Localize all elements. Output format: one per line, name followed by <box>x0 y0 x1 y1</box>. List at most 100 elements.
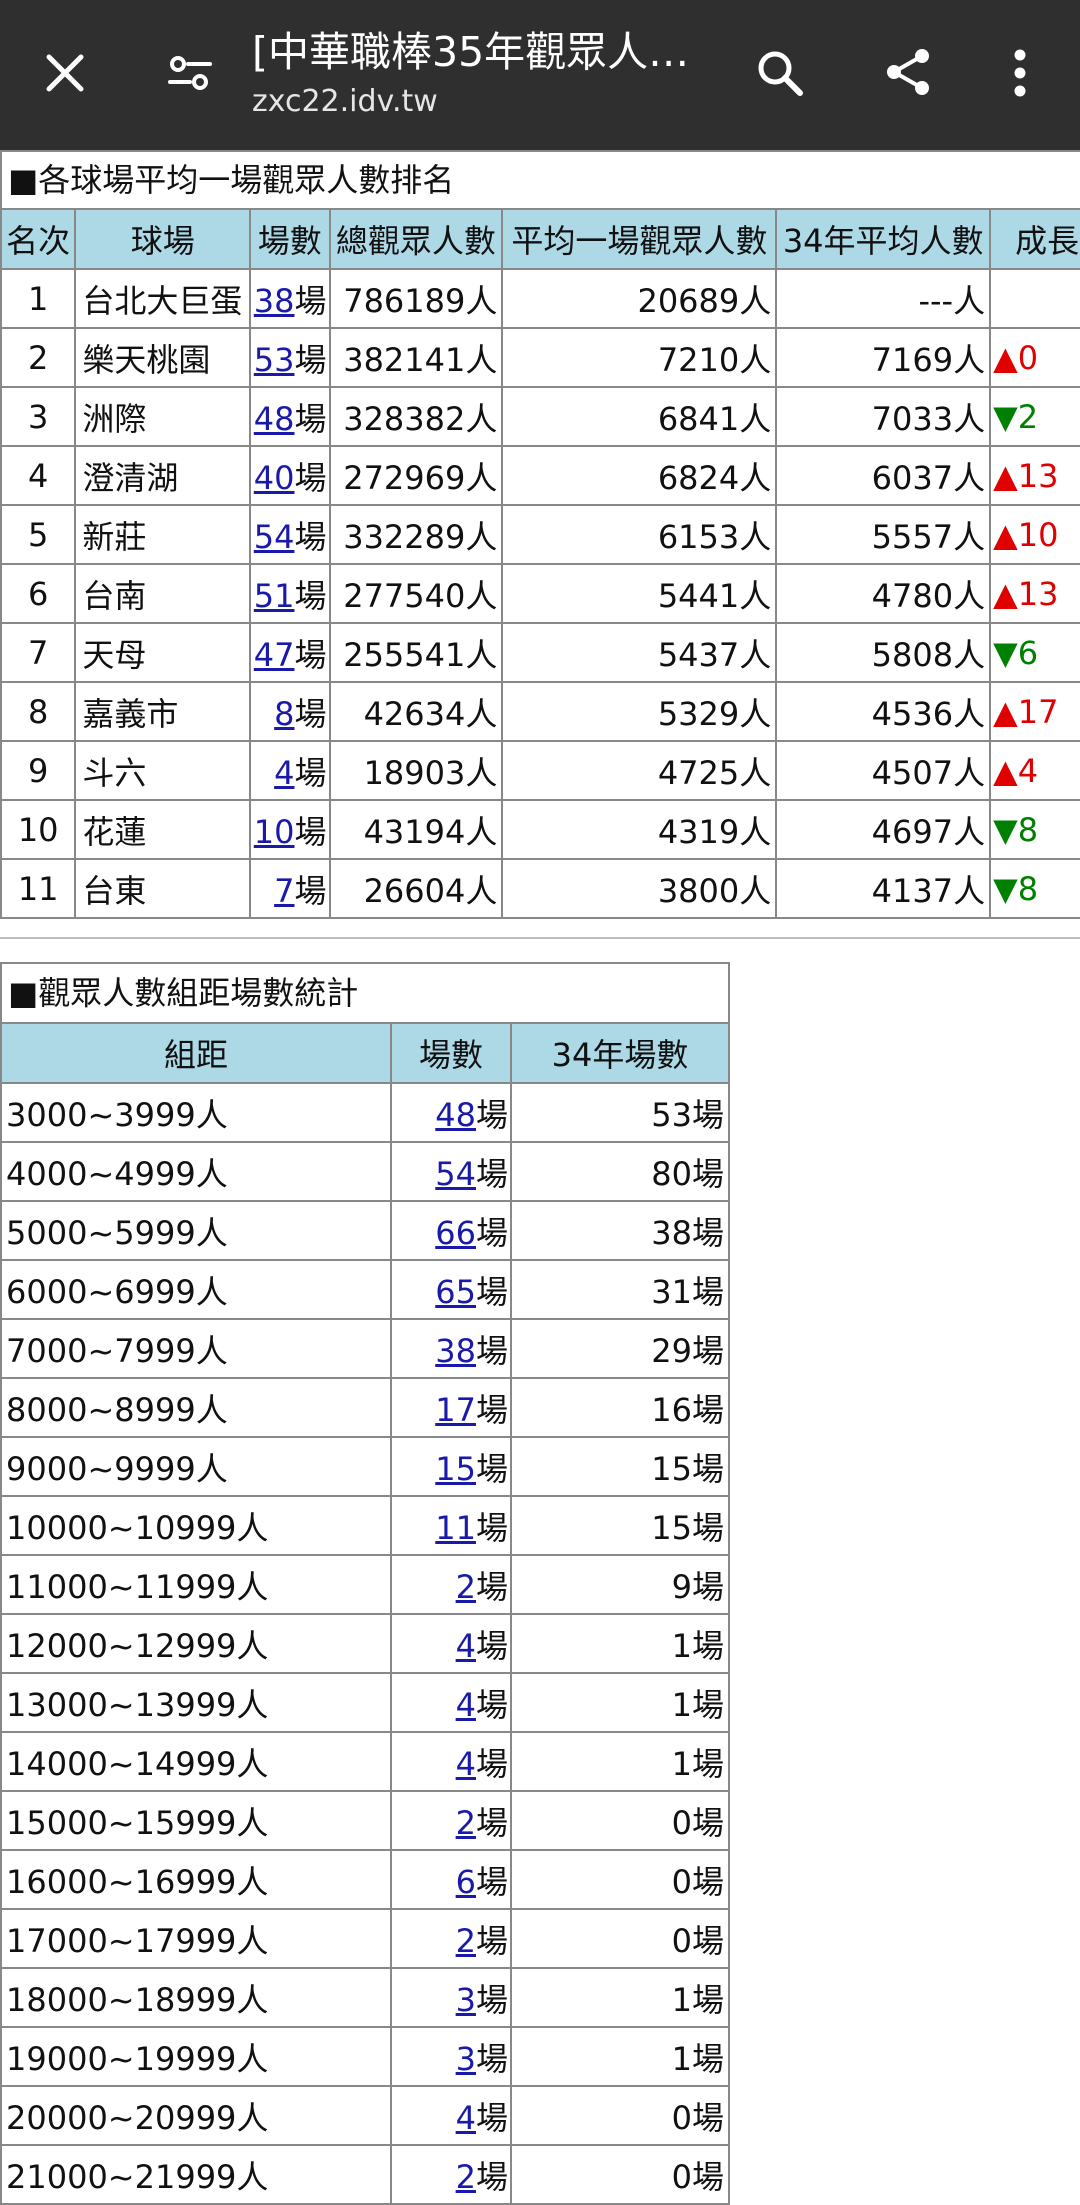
search-icon[interactable] <box>745 38 815 108</box>
range-cell: 9000~9999人 <box>0 1436 392 1497</box>
rank-cell: 4 <box>0 445 77 506</box>
games-link[interactable]: 4 <box>456 2099 476 2137</box>
games-unit: 場 <box>475 1626 508 1665</box>
table-row: 13000~13999人 4場 1場 <box>0 1672 730 1733</box>
table-row: 16000~16999人 6場 0場 <box>0 1849 730 1910</box>
games-cell: 4場 <box>390 1672 512 1733</box>
range-cell: 10000~10999人 <box>0 1495 392 1556</box>
games-link[interactable]: 10 <box>254 813 295 851</box>
range-cell: 8000~8999人 <box>0 1377 392 1438</box>
games-link[interactable]: 17 <box>435 1391 476 1429</box>
games-unit: 場 <box>294 635 327 674</box>
range-cell: 14000~14999人 <box>0 1731 392 1792</box>
games-unit: 場 <box>475 2098 508 2137</box>
games-link[interactable]: 54 <box>254 518 295 556</box>
table-row: 9000~9999人 15場 15場 <box>0 1436 730 1497</box>
games-link[interactable]: 11 <box>435 1509 476 1547</box>
average-34-cell: 4507人 <box>775 740 992 801</box>
games-link[interactable]: 54 <box>435 1155 476 1193</box>
games-34-cell: 0場 <box>510 2144 730 2205</box>
games-link[interactable]: 66 <box>435 1214 476 1252</box>
games-link[interactable]: 3 <box>456 1981 476 2019</box>
average-cell: 5441人 <box>501 563 778 624</box>
share-icon[interactable] <box>872 36 944 108</box>
games-link[interactable]: 15 <box>435 1450 476 1488</box>
games-unit: 場 <box>475 1744 508 1783</box>
average-34-cell: 5557人 <box>775 504 992 565</box>
games-link[interactable]: 2 <box>456 1922 476 1960</box>
range-cell: 5000~5999人 <box>0 1200 392 1261</box>
games-cell: 6場 <box>390 1849 512 1910</box>
games-cell: 38場 <box>249 268 331 329</box>
games-link[interactable]: 7 <box>274 872 294 910</box>
more-vert-icon[interactable] <box>990 38 1050 108</box>
games-cell: 38場 <box>390 1318 512 1379</box>
games-link[interactable]: 6 <box>456 1863 476 1901</box>
games-34-cell: 0場 <box>510 1849 730 1910</box>
games-link[interactable]: 2 <box>456 1804 476 1842</box>
page-url: zxc22.idv.tw <box>252 84 438 119</box>
games-cell: 7場 <box>249 858 331 919</box>
games-link[interactable]: 48 <box>435 1096 476 1134</box>
games-cell: 4場 <box>390 2085 512 2146</box>
games-link[interactable]: 47 <box>254 636 295 674</box>
games-link[interactable]: 38 <box>254 282 295 320</box>
games-link[interactable]: 65 <box>435 1273 476 1311</box>
growth-cell: ▲4 <box>989 740 1080 801</box>
average-34-cell: 5808人 <box>775 622 992 683</box>
games-cell: 51場 <box>249 563 331 624</box>
rank-cell: 6 <box>0 563 77 624</box>
games-cell: 4場 <box>390 1731 512 1792</box>
table-row: 10 花蓮 10場 43194人 4319人 4697人 ▼8 <box>0 799 1080 860</box>
tune-icon[interactable] <box>155 38 225 108</box>
average-34-cell: 4137人 <box>775 858 992 919</box>
table-row: 18000~18999人 3場 1場 <box>0 1967 730 2028</box>
stadium-cell: 台北大巨蛋 <box>74 268 252 329</box>
games-unit: 場 <box>475 2157 508 2196</box>
total-cell: 43194人 <box>328 799 504 860</box>
games-link[interactable]: 2 <box>456 2158 476 2196</box>
games-cell: 54場 <box>249 504 331 565</box>
growth-cell: ▼8 <box>989 858 1080 919</box>
average-cell: 6824人 <box>501 445 778 506</box>
average-cell: 6153人 <box>501 504 778 565</box>
close-icon[interactable] <box>30 38 100 108</box>
table-row: 17000~17999人 2場 0場 <box>0 1908 730 1969</box>
games-link[interactable]: 8 <box>274 695 294 733</box>
games-cell: 3場 <box>390 2026 512 2087</box>
games-link[interactable]: 4 <box>456 1627 476 1665</box>
games-link[interactable]: 4 <box>274 754 294 792</box>
stadium-cell: 天母 <box>74 622 252 683</box>
range-cell: 20000~20999人 <box>0 2085 392 2146</box>
games-link[interactable]: 38 <box>435 1332 476 1370</box>
column-header: 場數 <box>390 1022 512 1084</box>
growth-cell: ▼2 <box>989 386 1080 447</box>
browser-toolbar: [中華職棒35年觀眾人數... zxc22.idv.tw <box>0 0 1080 150</box>
games-link[interactable]: 4 <box>456 1745 476 1783</box>
games-34-cell: 15場 <box>510 1495 730 1556</box>
table-row: 9 斗六 4場 18903人 4725人 4507人 ▲4 <box>0 740 1080 801</box>
games-link[interactable]: 53 <box>254 341 295 379</box>
table-row: 21000~21999人 2場 0場 <box>0 2144 730 2205</box>
total-cell: 786189人 <box>328 268 504 329</box>
games-link[interactable]: 4 <box>456 1686 476 1724</box>
games-34-cell: 53場 <box>510 1082 730 1143</box>
games-cell: 4場 <box>249 740 331 801</box>
page-title-block[interactable]: [中華職棒35年觀眾人數... zxc22.idv.tw <box>252 26 722 122</box>
games-link[interactable]: 2 <box>456 1568 476 1606</box>
games-unit: 場 <box>475 1508 508 1547</box>
stadium-cell: 新莊 <box>74 504 252 565</box>
games-link[interactable]: 40 <box>254 459 295 497</box>
games-link[interactable]: 51 <box>254 577 295 615</box>
games-link[interactable]: 3 <box>456 2040 476 2078</box>
range-cell: 19000~19999人 <box>0 2026 392 2087</box>
column-header: 球場 <box>74 208 252 270</box>
games-link[interactable]: 48 <box>254 400 295 438</box>
average-34-cell: 7033人 <box>775 386 992 447</box>
games-unit: 場 <box>475 1331 508 1370</box>
rank-cell: 5 <box>0 504 77 565</box>
average-cell: 5437人 <box>501 622 778 683</box>
games-unit: 場 <box>294 694 327 733</box>
growth-cell: ▲17 <box>989 681 1080 742</box>
range-cell: 6000~6999人 <box>0 1259 392 1320</box>
